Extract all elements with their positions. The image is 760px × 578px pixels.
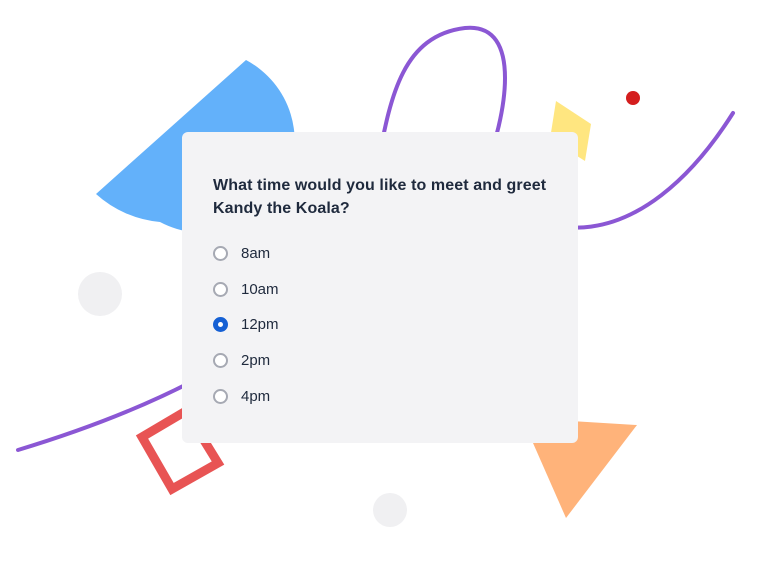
radio-button-icon[interactable] [213,281,228,297]
option-label: 10am [241,280,279,298]
option-label: 12pm [241,316,279,334]
red-dot-shape [626,91,640,105]
gray-circle-shape [78,272,122,316]
option-12pm[interactable]: 12pm [213,307,547,343]
option-label: 8am [241,245,271,263]
option-label: 2pm [241,352,271,370]
question-text: What time would you like to meet and gre… [213,177,547,217]
option-label: 4pm [241,387,271,405]
option-8am[interactable]: 8am [213,236,547,272]
radio-button-icon[interactable] [213,246,228,262]
option-4pm[interactable]: 4pm [213,378,547,414]
radio-button-icon[interactable] [213,353,228,369]
option-10am[interactable]: 10am [213,272,547,308]
radio-button-selected-icon[interactable] [213,317,228,333]
gray-circle-shape-bottom [373,493,407,527]
radio-button-icon[interactable] [213,388,228,404]
question-card: What time would you like to meet and gre… [182,132,578,443]
options-list: 8am 10am 12pm 2pm 4pm [213,236,547,414]
option-2pm[interactable]: 2pm [213,343,547,379]
